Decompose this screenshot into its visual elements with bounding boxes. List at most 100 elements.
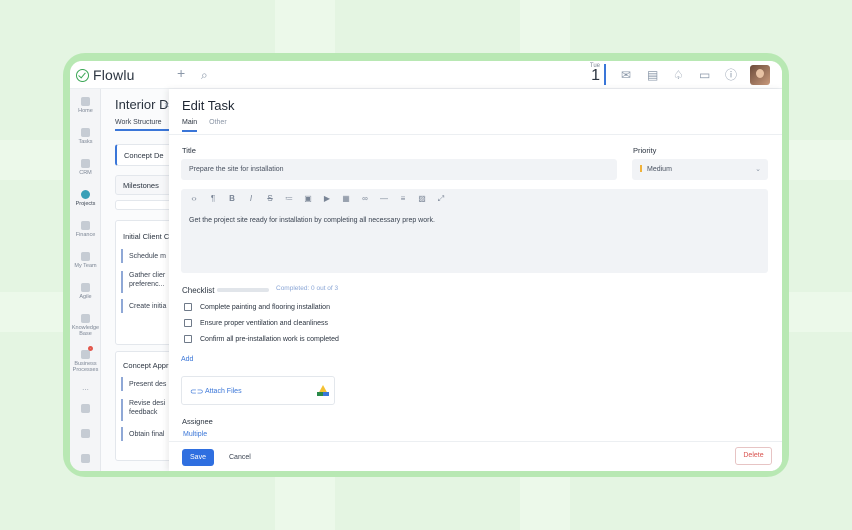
checklist-item[interactable]: Complete painting and flooring installat…: [184, 303, 330, 311]
assignee-label: Assignee: [182, 417, 213, 426]
sidebar-item-label: My Team: [74, 263, 97, 269]
tab-work-structure[interactable]: Work Structure: [115, 119, 162, 126]
team-icon: [81, 252, 90, 261]
italic-icon[interactable]: I: [246, 194, 256, 204]
date-widget[interactable]: Tue 1: [586, 63, 600, 84]
sidebar-item-label: CRM: [79, 170, 92, 176]
strikethrough-icon[interactable]: S: [265, 194, 275, 204]
table-icon[interactable]: ▦: [341, 194, 351, 204]
list-item[interactable]: Gather clier preferenc...: [121, 271, 171, 293]
plus-icon[interactable]: +: [177, 66, 185, 80]
checklist-progress: [217, 288, 269, 292]
sidebar: Home Tasks CRM Projects Finance My Team …: [70, 89, 101, 471]
description-text: Get the project site ready for installat…: [189, 217, 435, 224]
app-icon: [81, 454, 90, 463]
phase-card-title: Initial Client C: [123, 232, 170, 241]
sidebar-item-finance[interactable]: Finance: [70, 221, 101, 238]
help-icon[interactable]: ⓘ: [725, 68, 737, 82]
image-icon[interactable]: ▣: [303, 194, 313, 204]
sidebar-app-1[interactable]: [70, 404, 101, 413]
expand-icon[interactable]: ⤢: [436, 194, 446, 204]
sidebar-item-my-team[interactable]: My Team: [70, 252, 101, 269]
attach-files-button[interactable]: ⊂⊃ Attach Files: [181, 376, 335, 405]
list-item[interactable]: Create initia: [121, 299, 171, 313]
sidebar-item-label: Finance: [75, 232, 96, 238]
checklist-status: Completed: 0 out of 3: [276, 285, 339, 292]
checkbox[interactable]: [184, 303, 192, 311]
list-icon[interactable]: ≔: [284, 194, 294, 204]
delete-button[interactable]: Delete: [735, 447, 772, 465]
list-item[interactable]: Present des: [121, 377, 171, 391]
paragraph-icon[interactable]: ¶: [208, 194, 218, 204]
sidebar-item-label: Home: [78, 108, 93, 114]
editor-toolbar: ‹› ¶ B I S ≔ ▣ ▶ ▦ ∞ — ≡ ▨ ⤢: [189, 194, 446, 204]
chat-icon[interactable]: ▭: [699, 68, 710, 82]
sidebar-item-agile[interactable]: Agile: [70, 283, 101, 300]
finance-icon: [81, 221, 90, 230]
logo-check-icon: [76, 68, 89, 82]
align-icon[interactable]: ≡: [398, 194, 408, 204]
save-button[interactable]: Save: [182, 449, 214, 466]
phase-card[interactable]: Concept De: [115, 144, 171, 166]
sidebar-item-crm[interactable]: CRM: [70, 159, 101, 176]
tab-underline: [115, 129, 171, 131]
sidebar-app-2[interactable]: [70, 429, 101, 438]
horizontal-rule-icon[interactable]: —: [379, 194, 389, 204]
crm-icon: [81, 159, 90, 168]
link-icon[interactable]: ∞: [360, 194, 370, 204]
bold-icon[interactable]: B: [227, 194, 237, 204]
sidebar-item-label: Projects: [75, 201, 96, 207]
sidebar-item-label: Business Processes: [72, 361, 99, 373]
description-editor[interactable]: ‹› ¶ B I S ≔ ▣ ▶ ▦ ∞ — ≡ ▨ ⤢ Get the pro…: [181, 189, 768, 273]
add-checklist-item-button[interactable]: Add: [181, 356, 193, 363]
tab-main[interactable]: Main: [182, 119, 198, 132]
sidebar-more[interactable]: ...: [70, 383, 101, 392]
sidebar-item-tasks[interactable]: Tasks: [70, 128, 101, 145]
text-style-icon[interactable]: ▨: [417, 194, 427, 204]
sidebar-item-business-processes[interactable]: · Business Processes: [70, 346, 101, 373]
assignee-value[interactable]: Multiple: [183, 431, 207, 438]
sidebar-item-label: Agile: [79, 294, 92, 300]
agile-icon: [81, 283, 90, 292]
list-item[interactable]: Schedule m: [121, 249, 171, 263]
new-badge: ·: [88, 346, 94, 351]
app-name: Flowlu: [93, 67, 135, 83]
sidebar-item-label: Knowledge Base: [71, 325, 100, 337]
sidebar-item-home[interactable]: Home: [70, 97, 101, 114]
search-icon[interactable]: ⌕: [201, 68, 208, 82]
list-item[interactable]: Revise desi feedback: [121, 399, 171, 421]
mail-icon[interactable]: ✉: [621, 68, 631, 82]
cancel-button[interactable]: Cancel: [229, 449, 251, 466]
panel-footer: Save Cancel Delete: [169, 441, 782, 471]
video-icon[interactable]: ▶: [322, 194, 332, 204]
top-bar: Flowlu + ⌕ Tue 1 ✉ ▤ ♤ ▭ ⓘ: [70, 61, 782, 89]
bell-icon[interactable]: ♤: [673, 68, 684, 82]
tab-other[interactable]: Other: [209, 119, 227, 126]
panel-title: Edit Task: [182, 98, 235, 113]
project-pane: Interior D Work Structure Concept De Mil…: [101, 89, 171, 471]
priority-marker-icon: [640, 165, 642, 172]
code-icon[interactable]: ‹›: [189, 194, 199, 204]
sidebar-item-knowledge-base[interactable]: Knowledge Base: [70, 314, 101, 337]
list-item[interactable]: Obtain final: [121, 427, 171, 441]
google-drive-icon[interactable]: [317, 385, 329, 396]
priority-select[interactable]: Medium ⌄: [632, 159, 768, 180]
notes-icon[interactable]: ▤: [647, 68, 658, 82]
checkbox[interactable]: [184, 335, 192, 343]
sidebar-app-3[interactable]: [70, 454, 101, 463]
sidebar-item-projects[interactable]: Projects: [70, 190, 101, 207]
phase-card-title: Concept Appr: [123, 361, 169, 370]
avatar[interactable]: [750, 65, 770, 85]
close-icon[interactable]: ×: [164, 100, 169, 110]
checklist-item[interactable]: Confirm all pre-installation work is com…: [184, 335, 339, 343]
app-logo[interactable]: Flowlu: [76, 67, 135, 83]
title-label: Title: [182, 146, 196, 155]
phase-card[interactable]: Milestones: [115, 175, 171, 195]
title-input[interactable]: Prepare the site for installation: [181, 159, 617, 180]
edit-task-panel: × Edit Task Main Other Title Prepare the…: [164, 89, 782, 471]
date-divider: [604, 64, 606, 85]
checklist-item[interactable]: Ensure proper ventilation and cleanlines…: [184, 319, 328, 327]
checkbox[interactable]: [184, 319, 192, 327]
date-day: 1: [591, 67, 600, 84]
app-icon: [81, 404, 90, 413]
